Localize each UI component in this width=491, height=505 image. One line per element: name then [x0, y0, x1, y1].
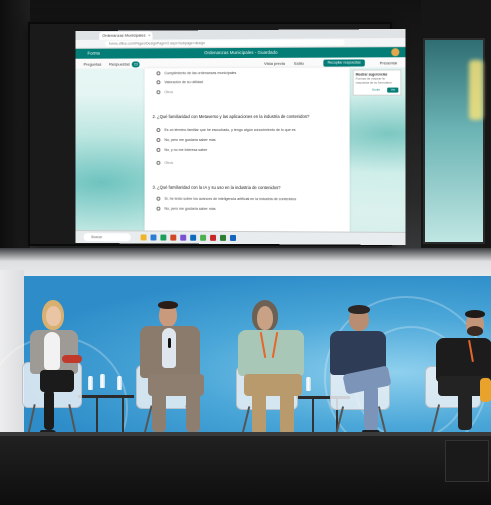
responses-count-badge: 23	[132, 61, 140, 67]
option-label: Otros	[164, 90, 173, 94]
option-label: No, pero me gustaría saber más	[164, 207, 215, 211]
microphone	[168, 338, 171, 348]
hair	[348, 305, 370, 314]
close-icon[interactable]: ×	[148, 32, 150, 40]
app-icon[interactable]	[180, 235, 186, 241]
list-item[interactable]: Otros	[156, 90, 173, 94]
stage-monitor-speaker	[445, 440, 489, 482]
app-icon[interactable]	[200, 235, 206, 241]
tab-responses-label: Respuestas	[109, 61, 130, 66]
legs	[40, 370, 74, 392]
browser-window: Ordenanzas Municipales × forms.office.co…	[76, 29, 406, 245]
url-field[interactable]: forms.office.com/Pages/DesignPageV2.aspx…	[105, 39, 344, 46]
app-icon[interactable]	[210, 235, 216, 241]
browser-tab-label: Ordenanzas Municipales	[102, 33, 145, 38]
avatar[interactable]	[391, 48, 399, 56]
list-item[interactable]: Valoración de su utilidad	[156, 80, 203, 84]
app-icon[interactable]	[230, 235, 236, 241]
search-label: Buscar	[91, 235, 102, 239]
list-item[interactable]: No, pero me gustaría saber más	[156, 138, 215, 142]
form-canvas: Cumplimiento de las ordenanzas municipal…	[76, 67, 406, 233]
form-card: Cumplimiento de las ordenanzas municipal…	[145, 68, 350, 233]
taskbar-search[interactable]: Buscar	[84, 233, 131, 241]
list-item[interactable]: Sí, he leído sobre los avances de inteli…	[156, 197, 296, 202]
water-bottle	[306, 377, 311, 391]
conference-photo: Ordenanzas Municipales × forms.office.co…	[0, 0, 491, 505]
side-screen-light	[469, 60, 483, 120]
option-label: Sí, he leído sobre los avances de inteli…	[164, 197, 296, 201]
radio-icon	[156, 138, 160, 142]
legs	[186, 392, 200, 432]
list-item[interactable]: Cumplimiento de las ordenanzas municipal…	[156, 71, 236, 75]
panel-body: Formas de mejorar la respuesta de su for…	[356, 77, 399, 84]
dark-wall-left	[0, 0, 30, 270]
radio-icon	[156, 90, 160, 94]
legs	[252, 392, 266, 434]
legs	[44, 390, 54, 430]
radio-icon	[156, 148, 160, 152]
legs	[152, 392, 166, 432]
projection-screen: Ordenanzas Municipales × forms.office.co…	[28, 22, 392, 246]
app-icon[interactable]	[160, 235, 166, 241]
list-item[interactable]: No, pero me gustaría saber más	[156, 207, 215, 211]
legs	[364, 386, 378, 430]
cancel-button[interactable]: Omitir	[372, 88, 380, 93]
face	[257, 306, 273, 330]
stage-edge	[0, 432, 491, 436]
radio-icon	[156, 207, 160, 211]
shirt	[162, 328, 176, 368]
radio-icon	[156, 161, 160, 165]
beard	[467, 326, 483, 336]
app-icon[interactable]	[141, 234, 147, 240]
radio-icon	[156, 71, 160, 75]
face	[46, 306, 61, 326]
radio-icon	[156, 128, 160, 132]
suggestions-panel: Mostrar sugerencias Formas de mejorar la…	[353, 69, 402, 95]
option-label: Otros	[164, 161, 173, 165]
list-item[interactable]: No, y no me interesa saber	[156, 148, 207, 152]
question-title[interactable]: 2. ¿Qué familiaridad con Metaverso y las…	[152, 114, 342, 119]
legs	[458, 390, 472, 430]
hair	[465, 310, 485, 318]
app-icon[interactable]	[151, 234, 157, 240]
windows-taskbar: Buscar	[76, 230, 406, 245]
ok-button[interactable]: Ver	[388, 88, 399, 93]
question-title[interactable]: 3. ¿Qué familiaridad con la IA y su uso …	[152, 185, 342, 191]
side-table	[78, 395, 134, 398]
water-bottle	[88, 376, 93, 390]
shirt	[44, 332, 60, 370]
option-label: Es un término familiar que he escuchado,…	[164, 128, 295, 132]
option-label: No, pero me gustaría saber más	[164, 138, 215, 142]
stage-floor	[0, 432, 491, 505]
hair	[158, 301, 178, 309]
water-bottle	[117, 376, 122, 390]
list-item[interactable]: Otros	[156, 161, 173, 165]
radio-icon	[156, 80, 160, 84]
radio-icon	[156, 197, 160, 201]
red-notebook	[62, 355, 82, 363]
shirt	[238, 330, 304, 376]
legs	[280, 392, 294, 434]
option-label: Valoración de su utilidad	[164, 80, 203, 84]
list-item[interactable]: Es un término familiar que he escuchado,…	[156, 128, 295, 132]
app-icon[interactable]	[170, 235, 176, 241]
option-label: Cumplimiento de las ordenanzas municipal…	[164, 71, 236, 75]
stage-wall-band	[0, 248, 491, 278]
app-icon[interactable]	[190, 235, 196, 241]
app-icon[interactable]	[220, 235, 226, 241]
option-label: No, y no me interesa saber	[164, 148, 207, 152]
document-title: Ordenanzas Municipales - Guardado	[204, 48, 278, 58]
water-bottle	[100, 374, 105, 388]
yellow-object	[480, 378, 491, 402]
app-name[interactable]: Forms	[87, 49, 100, 59]
collect-responses-button[interactable]: Recopilar respuestas	[323, 59, 364, 66]
